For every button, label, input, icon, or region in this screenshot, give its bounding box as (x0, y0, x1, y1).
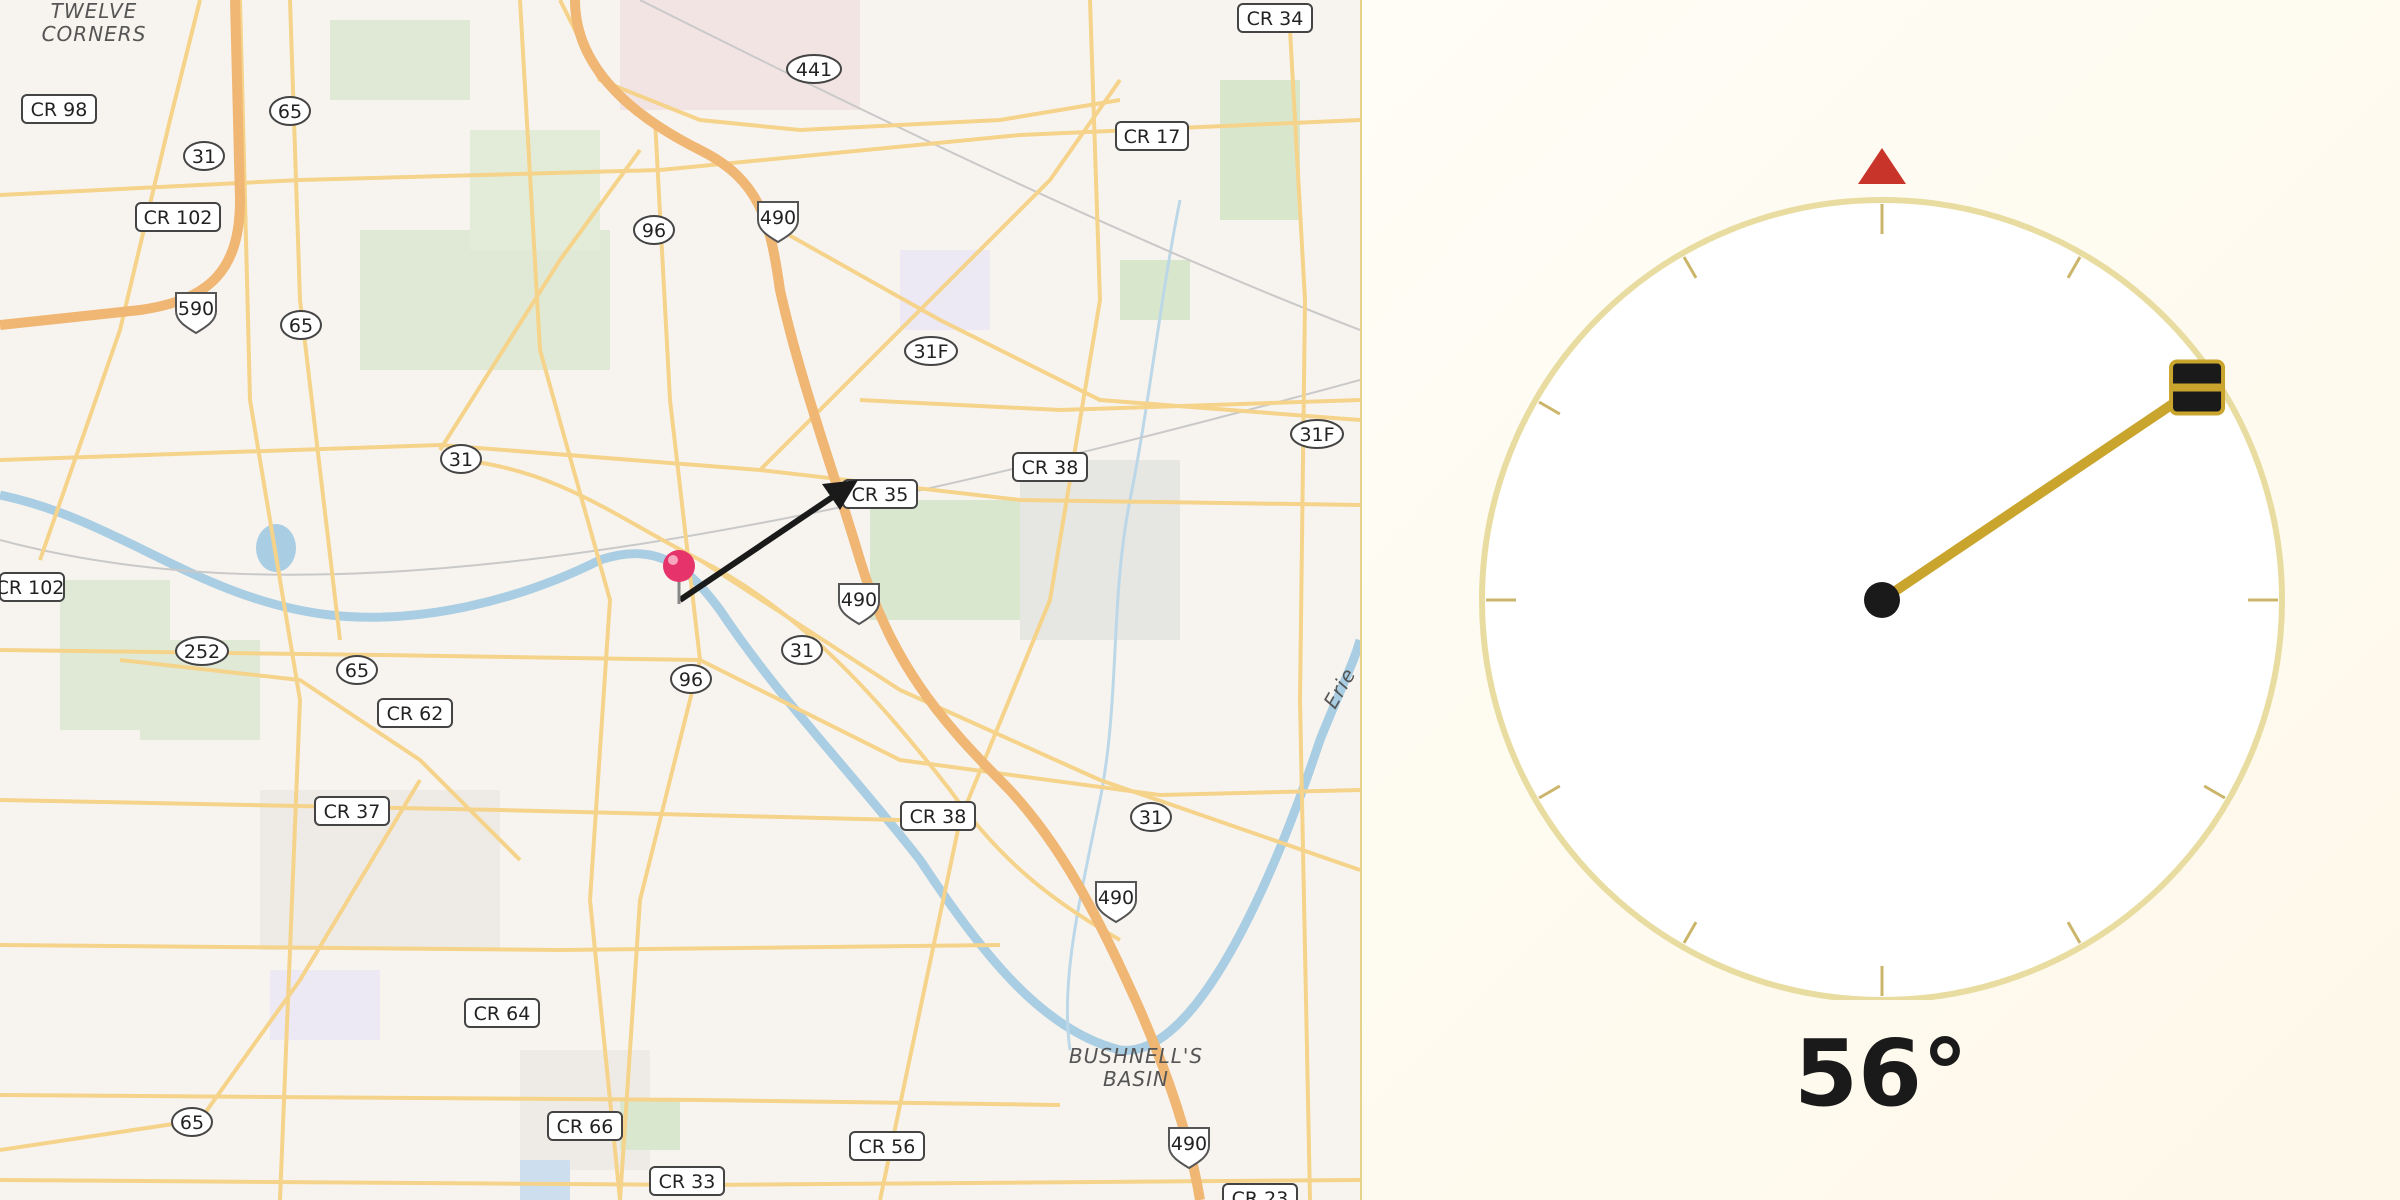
svg-text:31F: 31F (913, 341, 948, 363)
road-shield: CR 38 (1012, 452, 1088, 482)
interstate-shield: 590 (175, 292, 217, 335)
map-view[interactable]: CR 34 CR 98 CR 102 CR 17 CR 35 CR 38 CR … (0, 0, 1360, 1200)
road-shield: CR 23 (1222, 1183, 1298, 1200)
svg-text:CR 102: CR 102 (144, 207, 213, 229)
road-shield: CR 102 (135, 202, 221, 232)
road-shield: 31 (781, 635, 823, 665)
svg-text:CR 38: CR 38 (910, 806, 967, 828)
svg-text:65: 65 (289, 315, 313, 337)
svg-text:CR 35: CR 35 (852, 484, 909, 506)
road-shield: CR 66 (547, 1111, 623, 1141)
road-shield: CR 102 (0, 572, 65, 602)
road-shield: 96 (670, 664, 712, 694)
svg-text:CR 64: CR 64 (474, 1003, 531, 1025)
interstate-shield: 490 (1168, 1127, 1210, 1170)
road-shield: CR 38 (900, 801, 976, 831)
svg-text:CR 34: CR 34 (1247, 8, 1304, 30)
svg-text:CR 102: CR 102 (0, 577, 64, 599)
road-shield: 31 (183, 141, 225, 171)
svg-text:65: 65 (180, 1112, 204, 1134)
svg-text:31F: 31F (1299, 424, 1334, 446)
svg-text:CR 66: CR 66 (557, 1116, 614, 1138)
road-shield: 65 (336, 655, 378, 685)
road-shield: 441 (786, 54, 842, 84)
svg-text:490: 490 (841, 589, 877, 611)
place-label: TWELVE (51, 0, 138, 23)
road-shield: 31 (440, 444, 482, 474)
road-shield: CR 62 (377, 698, 453, 728)
svg-text:CR 23: CR 23 (1232, 1188, 1289, 1200)
svg-text:CR 38: CR 38 (1022, 457, 1079, 479)
svg-text:65: 65 (345, 660, 369, 682)
place-label: BASIN (1103, 1067, 1169, 1091)
road-shield: CR 56 (849, 1131, 925, 1161)
road-shield: CR 64 (464, 998, 540, 1028)
place-label: BUSHNELL'S (1069, 1044, 1203, 1068)
svg-text:490: 490 (760, 207, 796, 229)
svg-text:65: 65 (278, 101, 302, 123)
svg-text:490: 490 (1098, 887, 1134, 909)
svg-text:490: 490 (1171, 1133, 1207, 1155)
road-shield: 252 (175, 636, 229, 666)
svg-text:CR 33: CR 33 (659, 1171, 716, 1193)
svg-text:CR 37: CR 37 (324, 801, 381, 823)
road-shield: 31F (904, 336, 958, 366)
svg-text:31: 31 (1139, 807, 1163, 829)
direction-arrow-icon (678, 480, 858, 603)
water-label: Erie (1319, 663, 1360, 712)
road-shield: 31 (1130, 802, 1172, 832)
svg-text:CR 98: CR 98 (31, 99, 88, 121)
svg-text:CR 62: CR 62 (387, 703, 444, 725)
interstate-shield: 490 (1095, 881, 1137, 924)
needle-handle-icon[interactable] (2169, 359, 2226, 416)
north-marker-icon (1858, 148, 1906, 184)
svg-text:590: 590 (178, 298, 214, 320)
compass-panel: 56° (1362, 0, 2400, 1200)
svg-text:96: 96 (679, 669, 703, 691)
svg-text:CR 17: CR 17 (1124, 126, 1181, 148)
svg-text:252: 252 (184, 641, 220, 663)
road-shield: 96 (633, 215, 675, 245)
svg-text:31: 31 (192, 146, 216, 168)
svg-text:96: 96 (642, 220, 666, 242)
road-shield: CR 34 (1237, 3, 1313, 33)
svg-text:31: 31 (790, 640, 814, 662)
road-shield: CR 17 (1115, 121, 1189, 151)
road-shield: 65 (280, 310, 322, 340)
compass-dial (1479, 148, 2285, 1003)
place-label: CORNERS (42, 22, 147, 46)
svg-text:31: 31 (449, 449, 473, 471)
road-shield: CR 37 (314, 796, 390, 826)
svg-text:441: 441 (796, 59, 832, 81)
road-shield: 65 (171, 1107, 213, 1137)
svg-text:CR 56: CR 56 (859, 1136, 916, 1158)
heading-readout: 56° (1793, 1020, 1969, 1127)
compass-hub (1864, 582, 1900, 618)
road-shield: CR 33 (649, 1166, 725, 1196)
road-shield: CR 98 (21, 94, 97, 124)
road-shield: 65 (269, 96, 311, 126)
road-shield: 31F (1290, 419, 1344, 449)
